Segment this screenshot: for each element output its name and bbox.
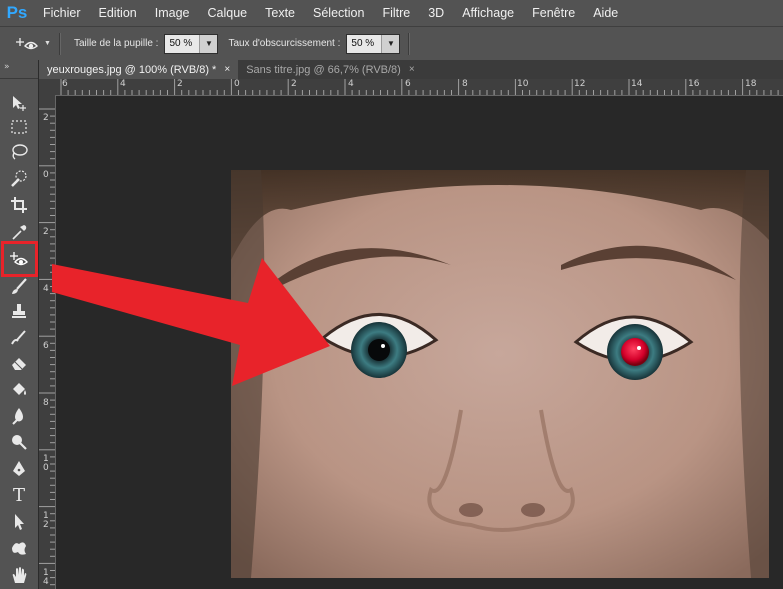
ruler-label: 10 xyxy=(517,79,529,89)
ruler-label: 2 xyxy=(177,79,183,89)
divider xyxy=(58,32,60,55)
close-icon[interactable]: × xyxy=(224,64,230,75)
ruler-label: 8 xyxy=(462,79,468,89)
eraser-tool-icon[interactable] xyxy=(4,351,34,375)
tab-yeuxrouges[interactable]: yeuxrouges.jpg @ 100% (RVB/8) * × xyxy=(39,60,239,79)
hand-tool-icon[interactable] xyxy=(4,563,34,587)
menu-fenetre[interactable]: Fenêtre xyxy=(523,0,584,26)
ruler-label: 0 xyxy=(43,463,49,473)
ruler-label: 0 xyxy=(234,79,240,89)
path-selection-tool-icon[interactable] xyxy=(4,510,34,534)
ruler-label: 2 xyxy=(43,113,49,123)
close-icon[interactable]: × xyxy=(409,64,415,75)
dodge-tool-icon[interactable] xyxy=(4,430,34,454)
menu-selection[interactable]: Sélection xyxy=(304,0,373,26)
blur-tool-icon[interactable] xyxy=(4,404,34,428)
menu-fichier[interactable]: Fichier xyxy=(34,0,90,26)
history-brush-tool-icon[interactable] xyxy=(4,326,34,350)
ruler-label: 8 xyxy=(43,398,49,408)
clone-stamp-tool-icon[interactable] xyxy=(4,300,34,324)
tool-preset-picker[interactable]: ▼ xyxy=(16,36,51,52)
ruler-label: 0 xyxy=(43,170,49,180)
type-tool-icon[interactable]: T xyxy=(4,483,34,507)
ruler-label: 6 xyxy=(43,341,49,351)
menu-calque[interactable]: Calque xyxy=(199,0,257,26)
vertical-ruler[interactable]: 2 0 2 4 6 8 1 0 1 2 1 4 xyxy=(39,95,56,589)
darken-amount-value[interactable]: 50 % xyxy=(347,34,382,53)
custom-shape-tool-icon[interactable] xyxy=(4,536,34,560)
chevron-down-icon[interactable]: ▼ xyxy=(381,34,400,53)
pen-tool-icon[interactable] xyxy=(4,457,34,481)
pupil-size-value[interactable]: 50 % xyxy=(165,34,200,53)
ruler-label: 2 xyxy=(43,520,49,530)
ruler-label: 4 xyxy=(348,79,354,89)
tab-sans-titre[interactable]: Sans titre.jpg @ 66,7% (RVB/8) × xyxy=(238,60,423,79)
move-tool-icon[interactable] xyxy=(4,91,34,115)
menu-edition[interactable]: Edition xyxy=(90,0,146,26)
tool-highlight-box xyxy=(1,241,38,277)
marquee-tool-icon[interactable] xyxy=(4,115,34,139)
menu-aide[interactable]: Aide xyxy=(584,0,627,26)
ruler-label: 2 xyxy=(291,79,297,89)
photoshop-logo: Ps xyxy=(6,3,28,22)
divider xyxy=(408,32,410,55)
menu-texte[interactable]: Texte xyxy=(256,0,304,26)
lasso-tool-icon[interactable] xyxy=(4,140,34,164)
ruler-label: 12 xyxy=(574,79,586,89)
menu-filtre[interactable]: Filtre xyxy=(373,0,419,26)
menu-affichage[interactable]: Affichage xyxy=(453,0,523,26)
menu-image[interactable]: Image xyxy=(146,0,199,26)
pupil-size-label: Taille de la pupille : xyxy=(73,38,159,49)
brush-tool-icon[interactable] xyxy=(4,275,34,299)
ruler-label: 2 xyxy=(43,227,49,237)
darken-amount-field[interactable]: 50 % ▼ xyxy=(346,33,401,54)
ruler-label: 16 xyxy=(688,79,700,89)
red-eye-tool-icon xyxy=(16,37,38,49)
tab-label: yeuxrouges.jpg @ 100% (RVB/8) * xyxy=(47,63,217,76)
options-bar: ▼ Taille de la pupille : 50 % ▼ Taux d'o… xyxy=(0,26,783,61)
portrait-photo[interactable] xyxy=(231,170,769,578)
quick-selection-tool-icon[interactable] xyxy=(4,167,34,191)
darken-amount-label: Taux d'obscurcissement : xyxy=(228,38,341,49)
panel-collapse-icon[interactable]: » xyxy=(0,60,38,79)
menu-3d[interactable]: 3D xyxy=(419,0,453,26)
ruler-label: 4 xyxy=(120,79,126,89)
pupil-size-field[interactable]: 50 % ▼ xyxy=(164,33,219,54)
menu-bar: Ps Fichier Edition Image Calque Texte Sé… xyxy=(0,0,783,26)
ruler-label: 18 xyxy=(745,79,757,89)
crop-tool-icon[interactable] xyxy=(4,193,34,217)
ruler-label: 4 xyxy=(43,577,49,587)
chevron-down-icon: ▼ xyxy=(44,40,51,47)
paint-bucket-tool-icon[interactable] xyxy=(4,377,34,401)
ruler-label: 6 xyxy=(62,79,68,89)
tab-label: Sans titre.jpg @ 66,7% (RVB/8) xyxy=(246,63,401,76)
horizontal-ruler[interactable]: 6 4 2 0 2 4 6 8 10 12 14 16 18 xyxy=(55,79,783,96)
ruler-label: 14 xyxy=(631,79,643,89)
ruler-label: 4 xyxy=(43,284,49,294)
chevron-down-icon[interactable]: ▼ xyxy=(199,34,218,53)
ruler-label: 6 xyxy=(405,79,411,89)
document-tabs: yeuxrouges.jpg @ 100% (RVB/8) * × Sans t… xyxy=(39,60,783,79)
ruler-origin[interactable] xyxy=(39,79,55,95)
